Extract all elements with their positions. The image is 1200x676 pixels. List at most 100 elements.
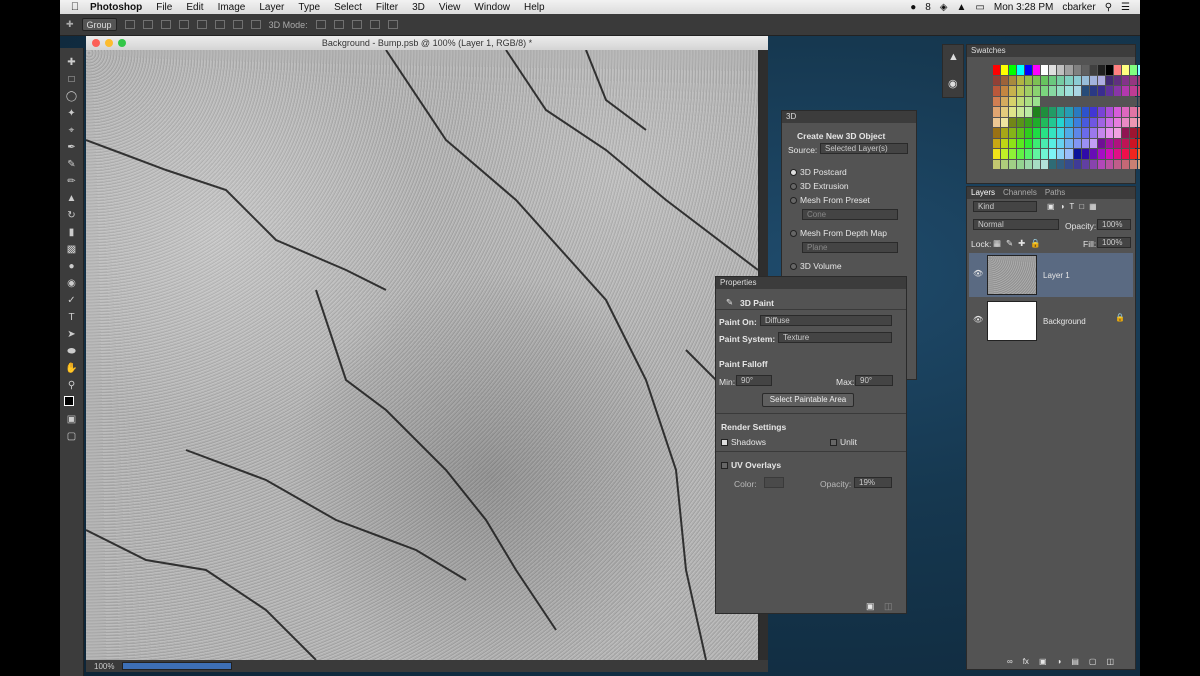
color-swatch[interactable] [1057, 159, 1065, 169]
color-swatch[interactable] [1113, 86, 1121, 96]
color-swatch[interactable] [1049, 107, 1057, 117]
align-center-icon[interactable] [196, 20, 207, 29]
color-swatch[interactable] [1137, 128, 1140, 138]
radio-icon[interactable] [790, 263, 797, 271]
pan-icon[interactable] [351, 20, 362, 29]
color-swatch[interactable] [1089, 138, 1097, 148]
color-swatch[interactable] [1105, 96, 1113, 106]
color-swatch[interactable] [1105, 65, 1113, 75]
align-middle-icon[interactable] [142, 20, 153, 29]
distribute-h-icon[interactable] [250, 20, 261, 29]
color-swatch[interactable] [1121, 107, 1129, 117]
color-swatch[interactable] [1089, 107, 1097, 117]
color-swatch[interactable] [1001, 65, 1009, 75]
slide-icon[interactable] [369, 20, 380, 29]
color-swatch[interactable] [1073, 86, 1081, 96]
color-swatch[interactable] [1073, 96, 1081, 106]
properties-title[interactable]: Properties [716, 277, 906, 289]
select-paintable-area-button[interactable]: Select Paintable Area [762, 393, 854, 407]
distribute-icon[interactable] [232, 20, 243, 29]
lasso-tool-icon[interactable]: ◯ [64, 90, 80, 104]
color-swatch[interactable] [1129, 159, 1137, 169]
orbit-icon[interactable] [315, 20, 326, 29]
color-swatch[interactable] [1065, 128, 1073, 138]
swatches-title[interactable]: Swatches [967, 45, 1135, 57]
color-swatch[interactable] [1137, 107, 1140, 117]
color-swatch[interactable] [1041, 75, 1049, 85]
type-filter-icon[interactable]: T [1069, 202, 1074, 211]
color-swatch[interactable] [1113, 65, 1121, 75]
color-swatch[interactable] [1049, 159, 1057, 169]
color-swatch[interactable] [1001, 149, 1009, 159]
panel-3d-title[interactable]: 3D [782, 111, 916, 123]
visibility-eye-icon[interactable]: 👁 [973, 269, 983, 278]
color-swatch[interactable] [1033, 96, 1041, 106]
move-tool-icon[interactable]: ✚ [66, 19, 74, 30]
color-swatch[interactable] [1065, 149, 1073, 159]
color-swatch[interactable] [1009, 138, 1017, 148]
color-swatch[interactable] [1137, 86, 1140, 96]
color-swatch[interactable] [1009, 159, 1017, 169]
color-swatch[interactable] [1057, 128, 1065, 138]
checkbox-icon[interactable] [721, 462, 728, 470]
new-group-icon[interactable]: ▤ [1071, 657, 1079, 666]
color-swatch[interactable] [1025, 149, 1033, 159]
canvas-image[interactable] [86, 50, 758, 660]
color-swatch[interactable] [1113, 75, 1121, 85]
color-swatch[interactable] [1121, 138, 1129, 148]
clock[interactable]: Mon 3:28 PM [994, 2, 1053, 13]
paint-on-dropdown[interactable]: Diffuse [760, 315, 892, 326]
color-swatch[interactable] [1129, 117, 1137, 127]
eyedropper-icon[interactable]: ✒ [64, 141, 80, 155]
shape-tool-icon[interactable]: ⬬ [64, 345, 80, 359]
hand-tool-icon[interactable]: ✋ [64, 362, 80, 376]
gradient-icon[interactable]: ▩ [64, 243, 80, 257]
eraser-icon[interactable]: ▮ [64, 226, 80, 240]
adjustment-filter-icon[interactable]: ◑ [1060, 202, 1065, 211]
color-swatch[interactable] [1057, 96, 1065, 106]
blend-mode-dropdown[interactable]: Normal [973, 219, 1059, 230]
color-swatch[interactable] [1033, 138, 1041, 148]
smart-filter-icon[interactable]: ▦ [1089, 202, 1097, 211]
preset-dropdown[interactable]: Cone [802, 209, 898, 220]
color-swatch[interactable] [1017, 117, 1025, 127]
list-icon[interactable]: ☰ [1121, 2, 1130, 13]
color-swatch[interactable] [1001, 159, 1009, 169]
roll-icon[interactable] [333, 20, 344, 29]
color-swatch[interactable] [1081, 75, 1089, 85]
color-swatch[interactable] [1033, 65, 1041, 75]
color-swatch[interactable] [1001, 128, 1009, 138]
lock-all-icon[interactable]: 🔒 [1030, 238, 1041, 249]
layer-name[interactable]: Layer 1 [1043, 271, 1070, 280]
brush-tool-icon[interactable]: ✏ [64, 175, 80, 189]
color-swatch[interactable] [993, 117, 1001, 127]
shape-filter-icon[interactable]: □ [1079, 202, 1084, 211]
color-swatch[interactable] [993, 65, 1001, 75]
layer-filter-dropdown[interactable]: Kind [973, 201, 1037, 212]
color-swatch[interactable] [1017, 86, 1025, 96]
color-swatch[interactable] [1065, 107, 1073, 117]
scale-icon[interactable] [387, 20, 398, 29]
magic-wand-icon[interactable]: ✦ [64, 107, 80, 121]
color-swatch[interactable] [1033, 86, 1041, 96]
color-swatch[interactable] [1113, 138, 1121, 148]
color-swatch[interactable] [1129, 138, 1137, 148]
menu-view[interactable]: View [439, 2, 461, 13]
color-swatch[interactable] [1017, 107, 1025, 117]
color-swatch[interactable] [1137, 75, 1140, 85]
color-swatch[interactable] [1113, 128, 1121, 138]
swatch-grid[interactable] [993, 65, 1140, 169]
align-left-icon[interactable] [178, 20, 189, 29]
depth-map-dropdown[interactable]: Plane [802, 242, 898, 253]
color-swatch[interactable] [1049, 86, 1057, 96]
color-swatch[interactable] [1025, 138, 1033, 148]
color-swatch[interactable] [1049, 65, 1057, 75]
color-swatch[interactable] [1073, 107, 1081, 117]
checkmark-icon[interactable] [721, 439, 728, 447]
color-swatch[interactable] [1105, 149, 1113, 159]
3d-panel-icon[interactable]: ▲ [948, 51, 959, 63]
pixel-filter-icon[interactable]: ▣ [1047, 202, 1055, 211]
color-swatch[interactable] [1137, 159, 1140, 169]
color-swatch[interactable] [1073, 75, 1081, 85]
color-swatch[interactable] [1105, 138, 1113, 148]
